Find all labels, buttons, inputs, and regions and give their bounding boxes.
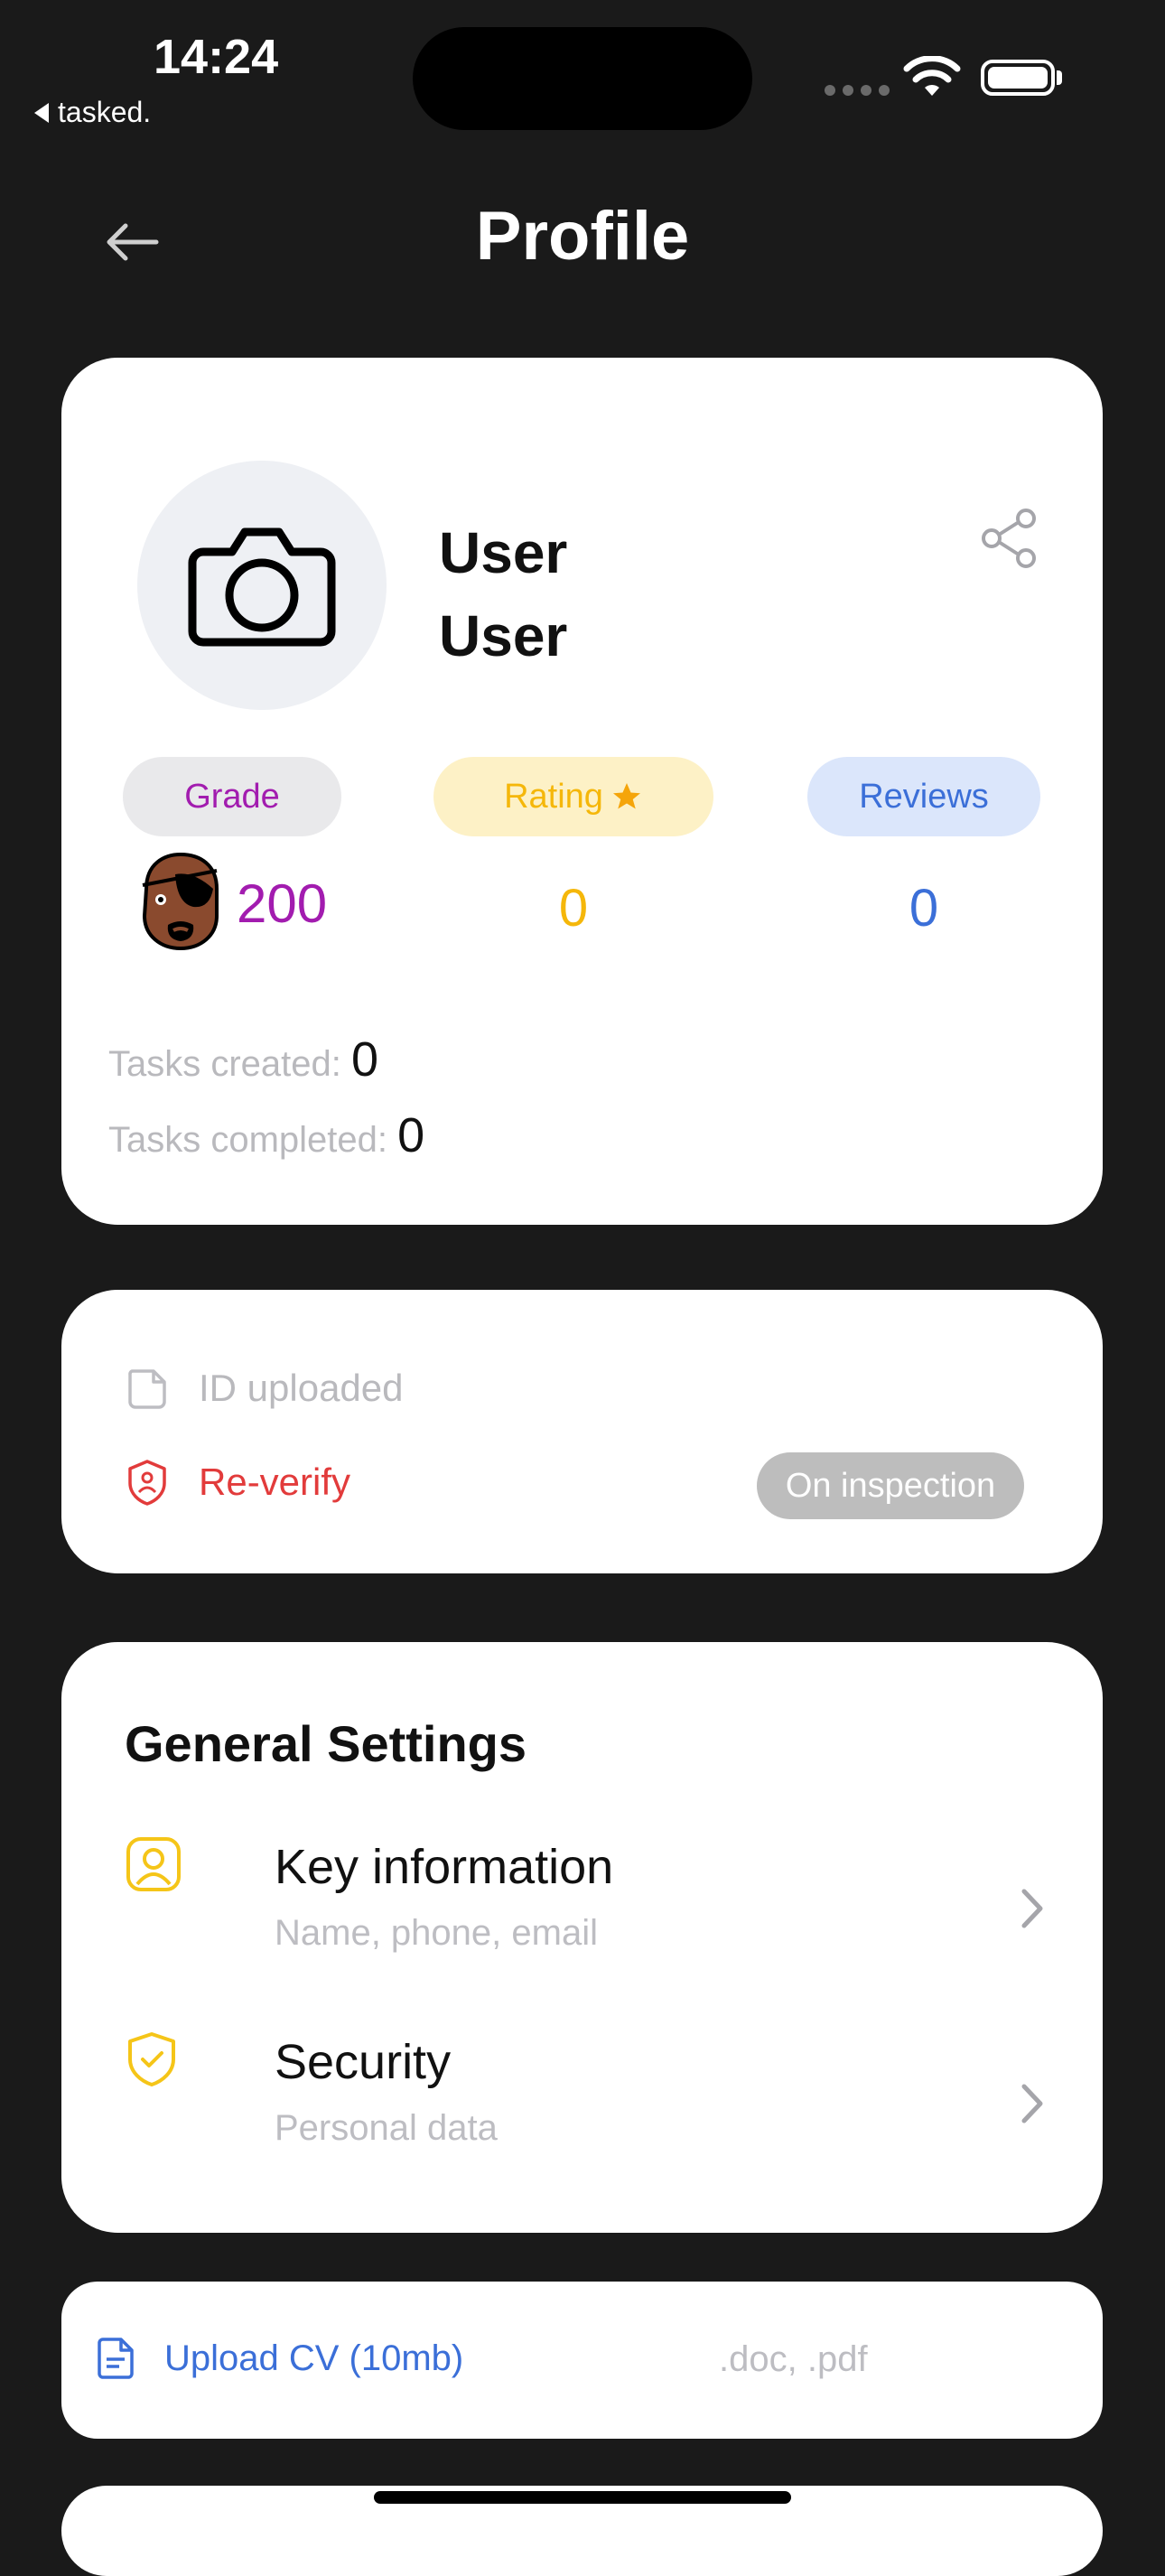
user-card-icon <box>126 1837 181 1891</box>
settings-item-key-information[interactable]: Key information Name, phone, email <box>125 1832 1046 1985</box>
rating-label: Rating <box>504 777 603 816</box>
reverify-link[interactable]: Re-verify <box>125 1458 350 1507</box>
cv-file-types: .doc, .pdf <box>719 2339 868 2379</box>
last-name: User <box>439 603 568 668</box>
upload-cv-card: Upload CV (10mb) .doc, .pdf <box>61 2282 1103 2439</box>
star-icon <box>612 783 640 809</box>
inspection-status-badge: On inspection <box>757 1452 1024 1519</box>
reverify-label: Re-verify <box>199 1461 351 1503</box>
share-icon[interactable] <box>981 508 1039 569</box>
id-uploaded-row: ID uploaded <box>125 1366 404 1411</box>
settings-item-sub: Personal data <box>275 2108 498 2148</box>
profile-card: User User Grade Rating Reviews 200 0 0 T… <box>61 358 1103 1225</box>
verification-card: ID uploaded Re-verify On inspection <box>61 1290 1103 1573</box>
tasks-created-label: Tasks created: <box>108 1044 341 1084</box>
rating-value: 0 <box>558 879 589 938</box>
shield-user-icon <box>128 1460 166 1506</box>
dynamic-island <box>413 27 752 130</box>
battery-icon <box>981 60 1055 96</box>
chevron-right-icon <box>1021 1889 1043 1928</box>
signal-dots-icon <box>825 85 890 96</box>
reviews-badge[interactable]: Reviews <box>807 757 1040 836</box>
grade-label: Grade <box>184 777 280 816</box>
camera-icon <box>188 527 336 647</box>
battery-cap <box>1057 70 1062 85</box>
back-triangle-icon <box>34 102 49 123</box>
tasks-completed-value: 0 <box>397 1108 425 1162</box>
grade-avatar-icon <box>142 853 219 950</box>
reviews-value: 0 <box>909 879 939 938</box>
settings-item-sub: Name, phone, email <box>275 1913 598 1953</box>
file-text-icon <box>98 2338 134 2379</box>
settings-item-label: Security <box>275 2035 452 2089</box>
tasks-created-value: 0 <box>351 1032 379 1087</box>
chevron-right-icon <box>1021 2084 1043 2123</box>
back-app-label: tasked. <box>58 96 152 128</box>
settings-item-security[interactable]: Security Personal data <box>125 2027 1046 2180</box>
first-name: User <box>439 520 568 585</box>
shield-check-icon <box>128 2032 175 2086</box>
tasks-created: Tasks created: 0 <box>108 1031 378 1087</box>
wifi-icon <box>903 56 961 96</box>
avatar-upload[interactable] <box>137 461 387 710</box>
grade-badge: Grade <box>123 757 341 836</box>
settings-item-label: Key information <box>275 1840 614 1894</box>
home-indicator[interactable] <box>374 2491 791 2504</box>
upload-cv-button[interactable]: Upload CV (10mb) <box>96 2336 463 2381</box>
tasks-completed: Tasks completed: 0 <box>108 1107 424 1163</box>
grade-value: 200 <box>237 873 328 934</box>
back-to-app-link[interactable]: tasked. <box>34 96 151 129</box>
rating-badge: Rating <box>433 757 713 836</box>
general-settings-card: General Settings Key information Name, p… <box>61 1642 1103 2233</box>
document-icon <box>128 1369 166 1409</box>
id-uploaded-label: ID uploaded <box>199 1367 404 1409</box>
status-time: 14:24 <box>154 30 279 84</box>
upload-cv-label: Upload CV (10mb) <box>164 2338 464 2378</box>
reviews-label: Reviews <box>859 777 989 816</box>
page-title: Profile <box>475 198 690 275</box>
tasks-completed-label: Tasks completed: <box>108 1120 388 1160</box>
profile-name: User User <box>439 511 567 677</box>
general-settings-title: General Settings <box>125 1715 527 1772</box>
